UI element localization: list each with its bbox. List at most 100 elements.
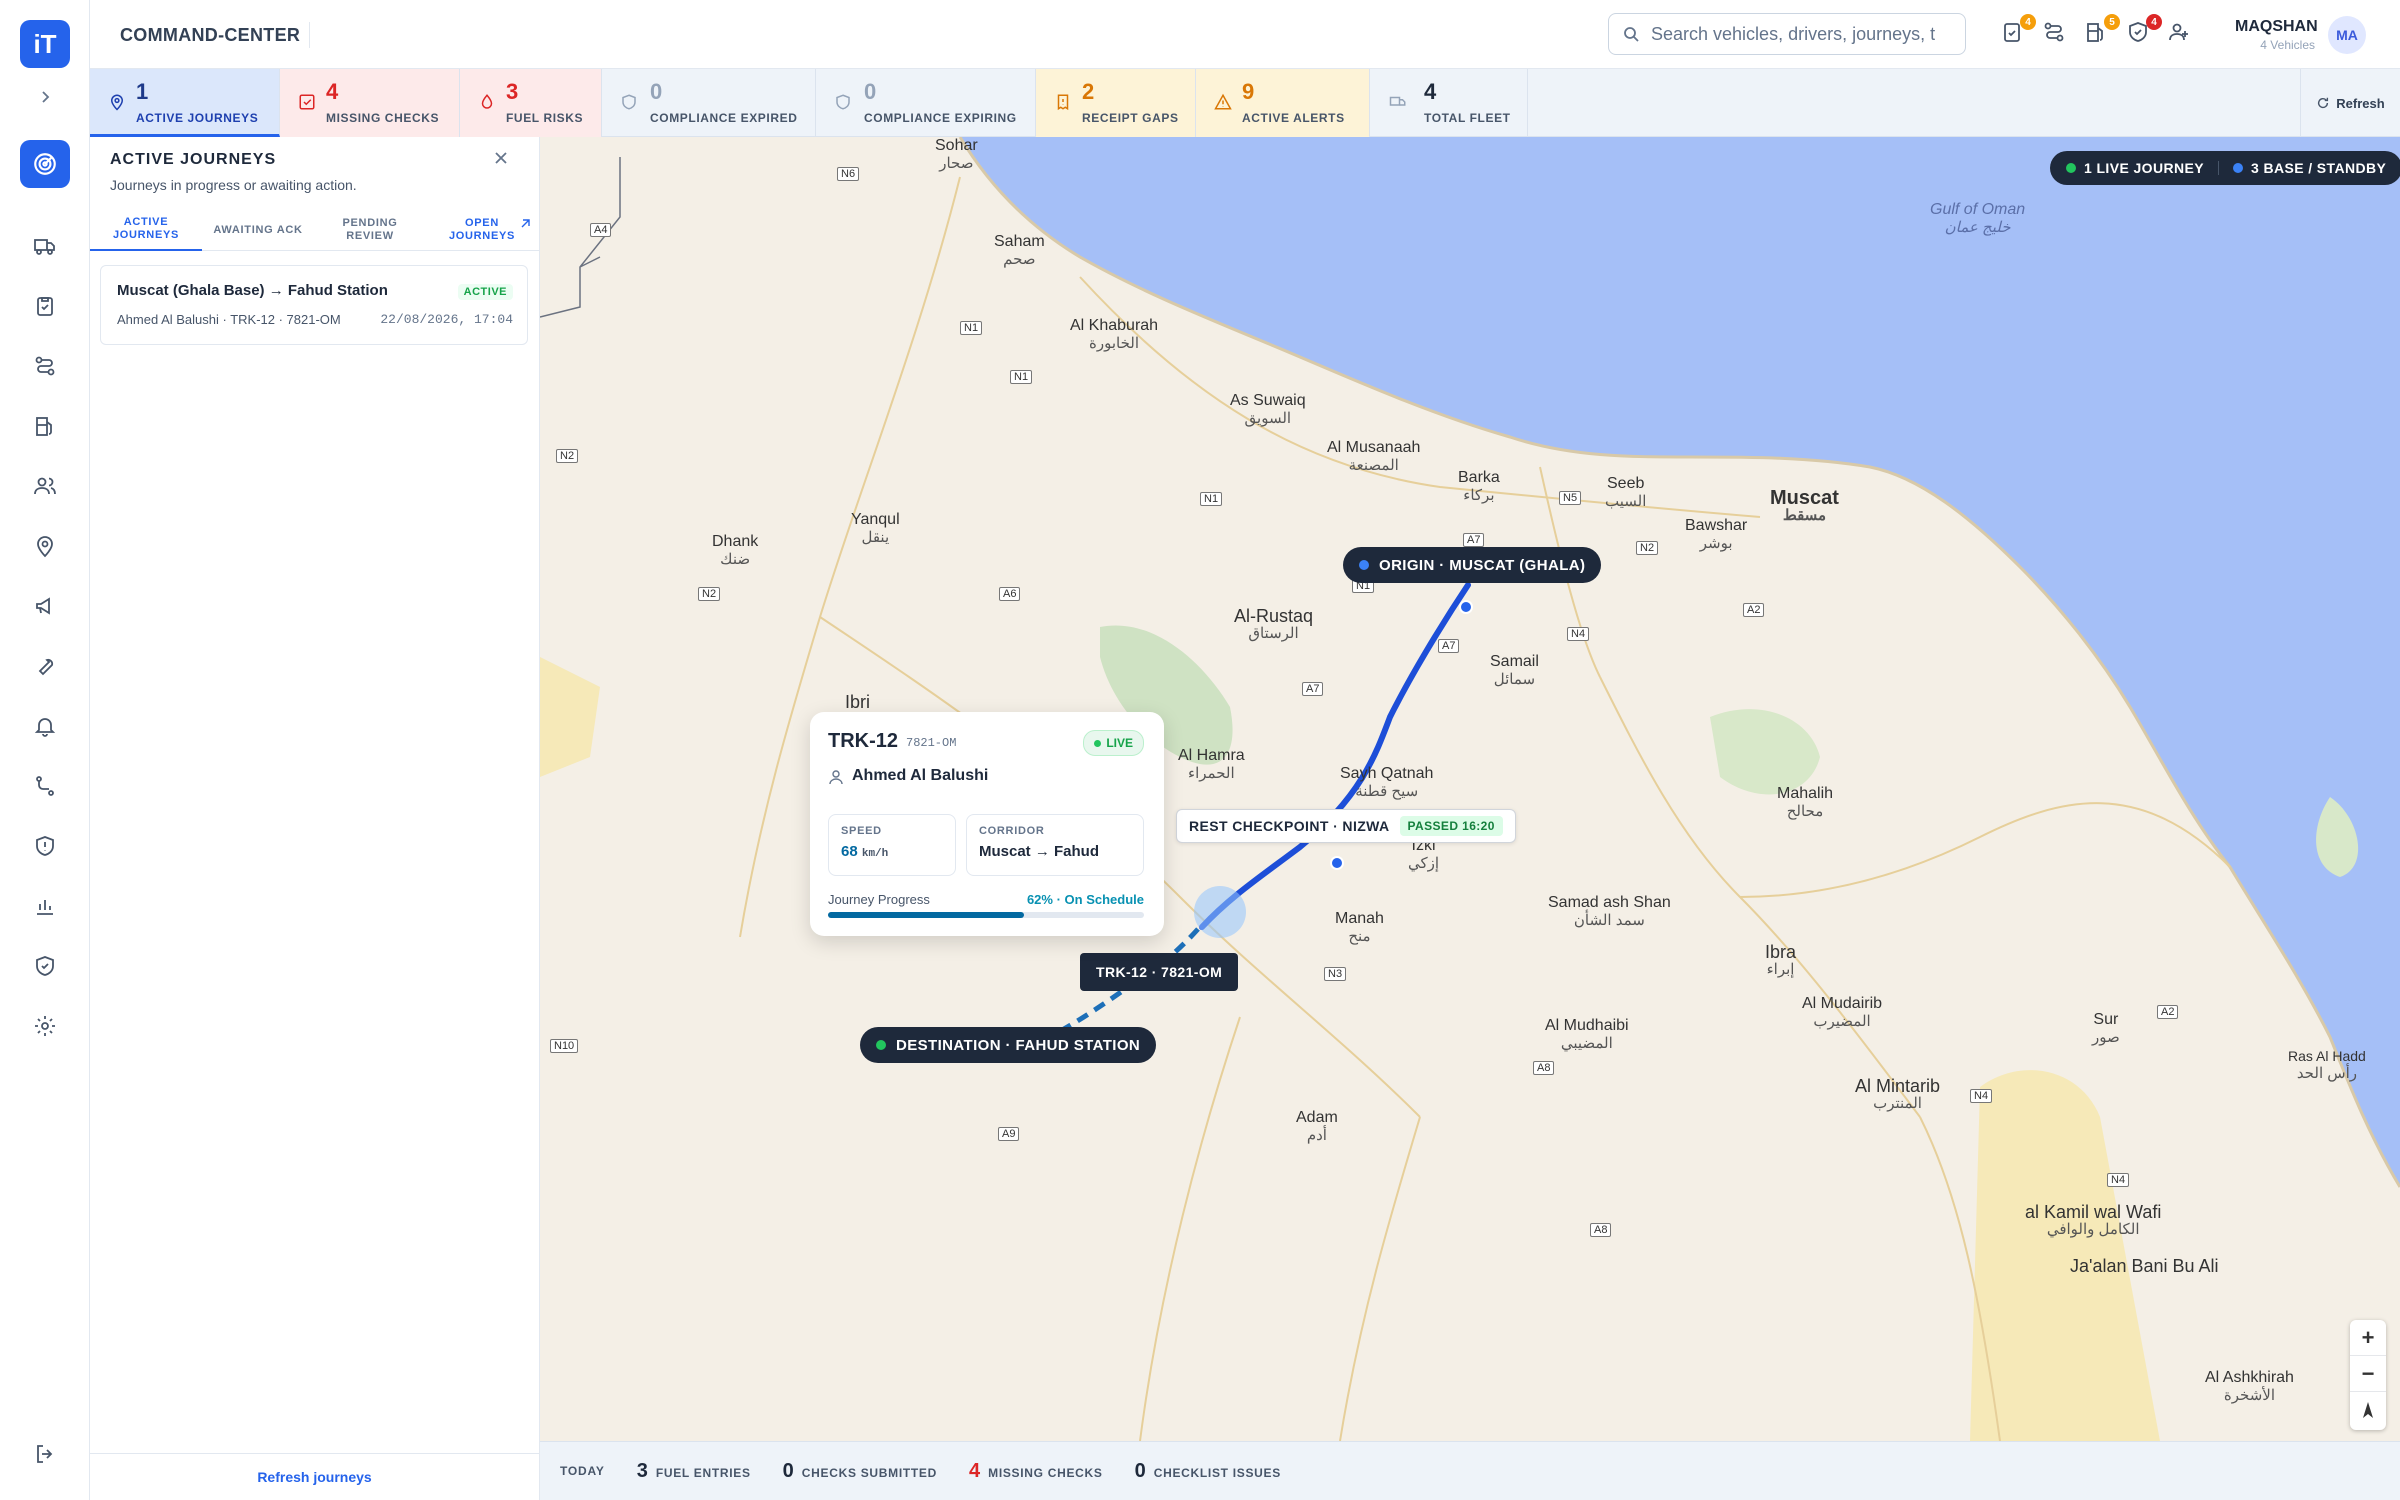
refresh-journeys-button[interactable]: Refresh journeys [90, 1453, 539, 1500]
user-info[interactable]: MAQSHAN 4 Vehicles [2235, 18, 2318, 52]
tab-active-journeys[interactable]: ACTIVE JOURNEYS [90, 209, 202, 251]
stat-receipt-gaps[interactable]: 2 RECEIPT GAPS [1036, 69, 1196, 137]
road-label: N2 [556, 449, 579, 463]
title-divider [309, 22, 310, 48]
road-label: N6 [837, 167, 860, 181]
tab-label: REVIEW [346, 230, 394, 242]
summary-checklist-issues: 0 CHECKLIST ISSUES [1135, 1460, 1281, 1483]
today-summary-bar: TODAY 3 FUEL ENTRIES 0 CHECKS SUBMITTED 4M… [540, 1441, 2400, 1500]
road-label: N1 [1010, 370, 1033, 384]
panel-title: ACTIVE JOURNEYS [110, 151, 277, 168]
destination-label[interactable]: DESTINATION · FAHUD STATION [860, 1027, 1157, 1063]
road-label: N4 [1970, 1089, 1993, 1103]
panel-tabs: ACTIVE JOURNEYS AWAITING ACK PENDING REVIE… [90, 209, 539, 251]
map-place-label: al Kamil wal Wafi الكامل والوافي [2025, 1202, 2162, 1238]
zoom-out-button[interactable]: − [2350, 1356, 2386, 1392]
map-place-label: Sayh Qatnah سيح قطنة [1340, 765, 1434, 800]
map-place-label: Manah منح [1335, 910, 1384, 945]
stat-missing-checks[interactable]: 4 MISSING CHECKS [280, 69, 460, 137]
map-place-label: Al Khaburah الخابورة [1070, 317, 1159, 352]
stat-compliance-expiring[interactable]: 0 COMPLIANCE EXPIRING [816, 69, 1036, 137]
bell-icon[interactable] [20, 702, 70, 750]
map-pin-icon[interactable] [20, 522, 70, 570]
tab-awaiting-ack[interactable]: AWAITING ACK [202, 209, 314, 251]
road-label: N1 [960, 321, 983, 335]
destination-text: DESTINATION · FAHUD STATION [896, 1036, 1141, 1054]
road-label: N4 [2107, 1173, 2130, 1187]
checkpoint-marker [1330, 856, 1344, 870]
map-water-label: Gulf of Oman خليج عمان [1930, 201, 2026, 236]
compass-icon[interactable] [2350, 1392, 2386, 1428]
road-label: N3 [1324, 967, 1347, 981]
stat-number: 1 [136, 79, 149, 104]
legend-live: 1 LIVE JOURNEY [2084, 160, 2204, 176]
vehicle-id: TRK-12 [828, 730, 899, 752]
app-logo[interactable]: iT [20, 20, 70, 68]
summary-number: 4 [969, 1459, 981, 1482]
truck-icon[interactable] [20, 222, 70, 270]
checkpoint-label[interactable]: REST CHECKPOINT · NIZWA PASSED 16:20 [1176, 809, 1516, 843]
stat-label: ACTIVE JOURNEYS [136, 111, 259, 125]
tab-pending-review[interactable]: PENDING REVIEW [314, 209, 426, 251]
radar-icon[interactable] [20, 140, 70, 188]
summary-label: MISSING CHECKS [988, 1465, 1103, 1480]
route-icon[interactable] [20, 342, 70, 390]
speed-label: SPEED [841, 825, 882, 837]
chevron-right-icon[interactable] [34, 86, 56, 108]
summary-label: CHECKS SUBMITTED [801, 1465, 937, 1480]
wrench-icon[interactable] [20, 642, 70, 690]
search-box[interactable] [1608, 13, 1966, 55]
logout-icon[interactable] [33, 1442, 57, 1471]
search-input[interactable] [1651, 23, 1951, 45]
users-icon[interactable] [20, 462, 70, 510]
users-icon[interactable] [2168, 20, 2198, 50]
journey-card[interactable]: Muscat (Ghala Base) → Fahud Station ACTI… [100, 265, 528, 345]
clipboard-check-icon[interactable]: 4 [2000, 14, 2036, 50]
settings-gear-icon[interactable] [20, 1002, 70, 1050]
map-place-label: Sur صور [2092, 1011, 2120, 1046]
origin-label[interactable]: ORIGIN · MUSCAT (GHALA) [1343, 547, 1602, 583]
progress-label: Journey Progress [828, 892, 930, 907]
stat-compliance-expired[interactable]: 0 COMPLIANCE EXPIRED [602, 69, 816, 137]
refresh-label: Refresh [2336, 95, 2385, 111]
shield-check-icon[interactable] [20, 942, 70, 990]
shield-alert-icon[interactable]: 4 [2126, 14, 2162, 50]
map-place-label: Samail سمائل [1490, 653, 1539, 688]
corridor-label: CORRIDOR [979, 825, 1045, 837]
zoom-controls: + − [2350, 1320, 2386, 1430]
stat-number: 2 [1082, 79, 1095, 104]
notification-badge: 4 [2020, 14, 2036, 30]
refresh-button[interactable]: Refresh [2300, 69, 2400, 137]
stat-total-fleet[interactable]: 4 TOTAL FLEET [1370, 69, 1528, 137]
close-icon[interactable] [494, 151, 508, 170]
route-icon[interactable] [2042, 20, 2072, 50]
map-place-label: Dhank ضنك [712, 533, 759, 568]
fuel-pump-icon[interactable]: 5 [2084, 14, 2120, 50]
stat-fuel-risks[interactable]: 3 FUEL RISKS [460, 69, 602, 137]
road-label: N4 [1567, 627, 1590, 641]
map-place-label: Barka بركاء [1458, 469, 1500, 504]
tab-open-journeys[interactable]: OPEN JOURNEYS [426, 209, 538, 251]
avatar[interactable]: MA [2328, 16, 2366, 54]
summary-fuel-entries: 3 FUEL ENTRIES [637, 1460, 751, 1483]
stat-label: MISSING CHECKS [326, 111, 440, 125]
stat-active-journeys[interactable]: 1 ACTIVE JOURNEYS [90, 69, 280, 137]
vehicle-popup-card[interactable]: TRK-12 7821-OM LIVE Ahmed Al Balushi SPE… [810, 712, 1164, 936]
fuel-pump-icon[interactable] [20, 402, 70, 450]
road-label: A7 [1463, 533, 1485, 547]
clipboard-icon[interactable] [20, 282, 70, 330]
bar-chart-icon[interactable] [20, 882, 70, 930]
megaphone-icon[interactable] [20, 582, 70, 630]
vehicle-tag[interactable]: TRK-12 · 7821-OM [1080, 953, 1239, 991]
map-place-label: As Suwaiq السويق [1230, 392, 1306, 427]
branch-icon[interactable] [20, 762, 70, 810]
base-dot [2232, 163, 2243, 173]
shield-alert-icon[interactable] [20, 822, 70, 870]
live-text: LIVE [1106, 736, 1133, 750]
road-label: A9 [998, 1127, 1020, 1141]
stat-number: 0 [864, 79, 877, 104]
road-label: N10 [550, 1039, 579, 1053]
stat-active-alerts[interactable]: 9 ACTIVE ALERTS [1196, 69, 1370, 137]
top-bar: COMMAND-CENTER 4 5 4 MAQSHAN 4 Vehicles … [90, 0, 2400, 69]
zoom-in-button[interactable]: + [2350, 1320, 2386, 1356]
